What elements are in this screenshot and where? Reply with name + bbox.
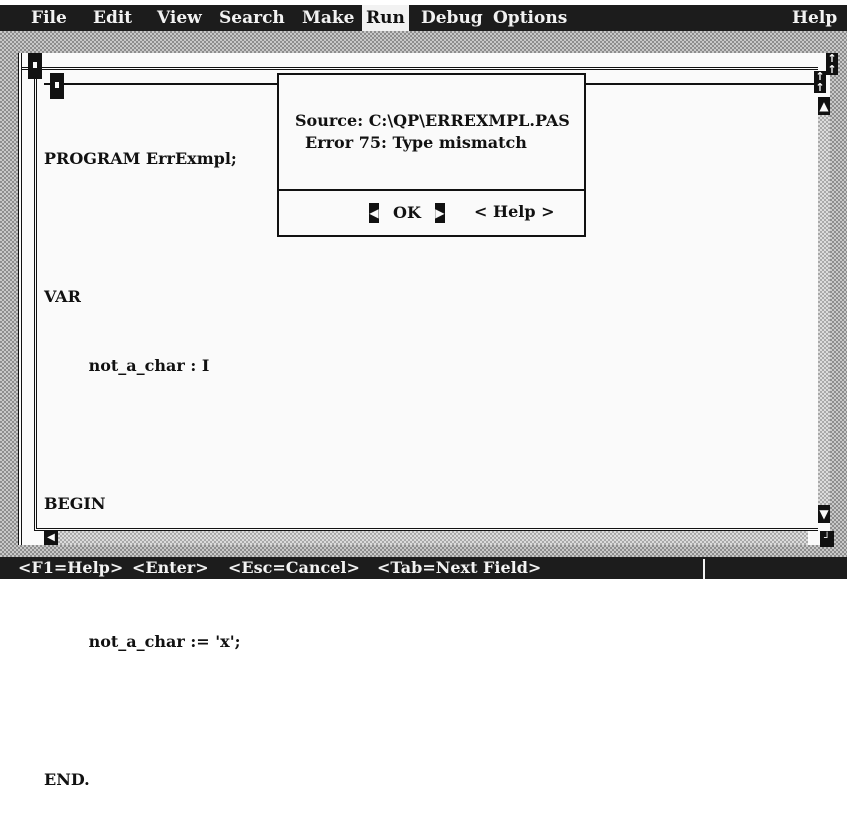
status-divider: [703, 559, 705, 579]
menu-edit[interactable]: Edit: [89, 5, 136, 31]
menu-file[interactable]: File: [27, 5, 71, 31]
up-arrow-icon[interactable]: ▲: [818, 97, 830, 115]
code-line: PROGRAM ErrExmpl;: [44, 149, 237, 168]
status-bar: <F1=Help> <Enter> <Esc=Cancel> <Tab=Next…: [0, 557, 847, 579]
menu-search[interactable]: Search: [215, 5, 289, 31]
code-line: not_a_char : I: [44, 356, 210, 375]
menu-help[interactable]: Help: [788, 5, 841, 31]
ok-button[interactable]: ◀ OK ▶: [369, 201, 445, 223]
hint-help: <F1=Help>: [18, 558, 124, 577]
ok-label: OK: [393, 202, 421, 222]
vertical-scrollbar[interactable]: [818, 115, 830, 505]
error-message: Error 75: Type mismatch: [305, 133, 527, 152]
hint-enter: <Enter>: [132, 558, 209, 577]
code-line: BEGIN: [44, 494, 106, 513]
desktop-background: ↑ ↑ ↑ ↑ PROGRAM ErrExmpl; VAR not_a_char :…: [0, 31, 847, 789]
left-arrow-icon[interactable]: ◀: [44, 531, 58, 545]
hint-cancel: <Esc=Cancel>: [228, 558, 360, 577]
error-source: Source: C:\QP\ERREXMPL.PAS: [295, 111, 570, 130]
code-line: END.: [44, 770, 90, 789]
resize-corner-icon[interactable]: ┘: [820, 531, 834, 547]
code-editor[interactable]: PROGRAM ErrExmpl; VAR not_a_char : I BEG…: [44, 101, 241, 837]
menu-debug[interactable]: Debug: [417, 5, 487, 31]
window-frame-top: [22, 67, 818, 70]
code-line: VAR: [44, 287, 81, 306]
menu-view[interactable]: View: [153, 5, 206, 31]
menu-run[interactable]: Run: [362, 5, 409, 31]
horizontal-scrollbar[interactable]: [58, 531, 808, 545]
menu-options[interactable]: Options: [489, 5, 571, 31]
menu-bar: File Edit View Search Make Run Debug Opt…: [0, 5, 847, 31]
error-dialog: Source: C:\QP\ERREXMPL.PAS Error 75: Typ…: [277, 73, 586, 237]
code-line: not_a_char := 'x';: [44, 632, 241, 651]
menu-make[interactable]: Make: [298, 5, 358, 31]
zoom-icon[interactable]: ↑ ↑: [826, 53, 838, 75]
ok-left-bracket-icon: ◀: [369, 202, 379, 223]
horizontal-scrollbar-container: ◀: [44, 531, 808, 545]
dialog-divider: [279, 189, 584, 191]
hint-next-field: <Tab=Next Field>: [377, 558, 542, 577]
help-button[interactable]: < Help >: [474, 201, 555, 223]
ok-right-bracket-icon: ▶: [434, 202, 445, 223]
down-arrow-icon[interactable]: ▼: [818, 505, 830, 523]
